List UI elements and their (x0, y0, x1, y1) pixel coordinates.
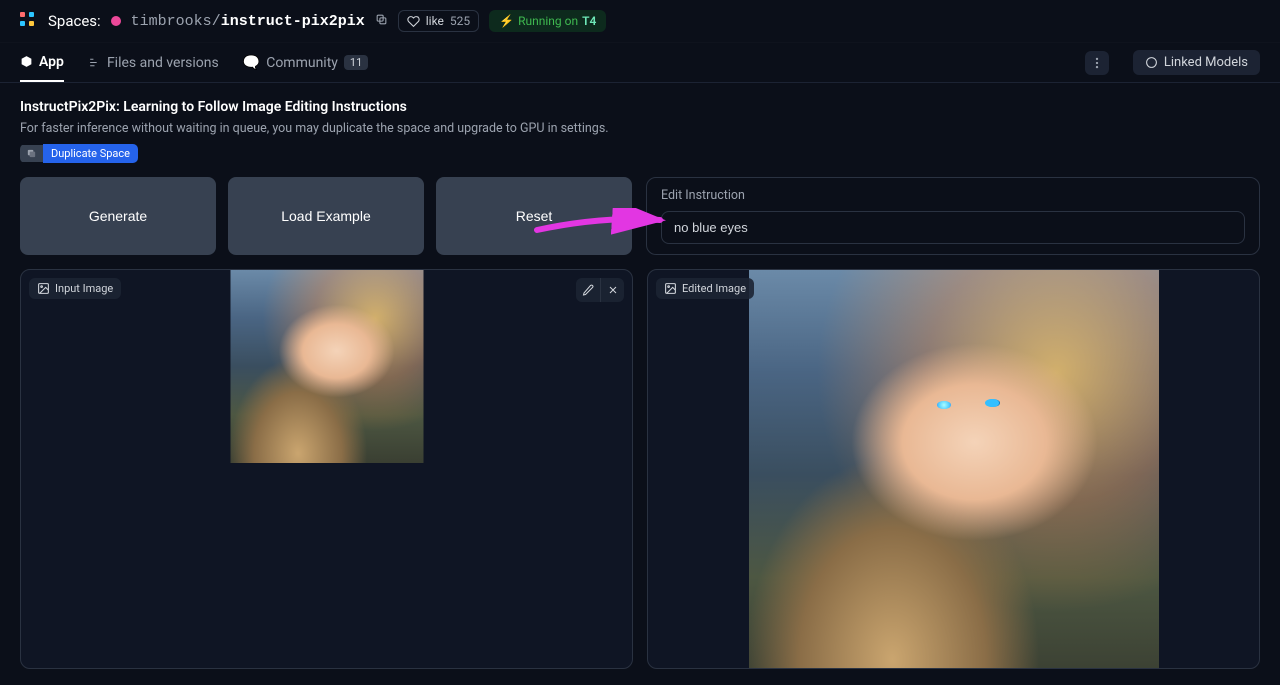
pencil-icon (582, 284, 594, 296)
running-text: Running on (518, 14, 578, 28)
close-icon (607, 284, 619, 296)
copy-icon[interactable] (375, 13, 388, 30)
like-count: 525 (450, 14, 470, 28)
input-image-tools (576, 278, 624, 302)
owner-link[interactable]: timbrooks (131, 13, 212, 30)
running-hw: T4 (582, 14, 596, 28)
image-icon (664, 282, 677, 295)
input-image-panel[interactable]: Input Image (20, 269, 633, 669)
duplicate-icon (20, 145, 43, 162)
like-button[interactable]: like 525 (398, 10, 479, 32)
tab-files[interactable]: Files and versions (88, 43, 219, 82)
output-image-panel: Edited Image (647, 269, 1260, 669)
linked-models-button[interactable]: Linked Models (1133, 50, 1260, 75)
running-status: ⚡ Running on T4 (489, 10, 606, 32)
clear-image-button[interactable] (600, 278, 624, 302)
page-title: InstructPix2Pix: Learning to Follow Imag… (20, 99, 1260, 115)
load-example-button[interactable]: Load Example (228, 177, 424, 255)
breadcrumb[interactable]: timbrooks/instruct-pix2pix (131, 13, 365, 30)
tab-app[interactable]: App (20, 43, 64, 82)
content: InstructPix2Pix: Learning to Follow Imag… (0, 83, 1280, 685)
community-count-badge: 11 (344, 55, 368, 70)
dots-vertical-icon (1090, 56, 1104, 70)
space-name[interactable]: instruct-pix2pix (221, 13, 365, 30)
edit-instruction-input[interactable] (661, 211, 1245, 244)
space-avatar-icon (111, 16, 121, 26)
duplicate-space-button[interactable]: Duplicate Space (20, 144, 138, 163)
edit-image-button[interactable] (576, 278, 600, 302)
image-icon (37, 282, 50, 295)
more-menu-button[interactable] (1085, 51, 1109, 75)
reset-button[interactable]: Reset (436, 177, 632, 255)
tabs-bar: App Files and versions 🗨️ Community 11 L… (0, 43, 1280, 83)
chat-icon: 🗨️ (243, 55, 260, 71)
like-label: like (426, 14, 444, 28)
bolt-icon: ⚡ (499, 14, 514, 28)
generate-button[interactable]: Generate (20, 177, 216, 255)
input-image (230, 270, 423, 463)
top-bar: Spaces: timbrooks/instruct-pix2pix like … (0, 0, 1280, 43)
tab-community[interactable]: 🗨️ Community 11 (243, 43, 369, 82)
link-icon (1145, 56, 1158, 69)
output-image-label: Edited Image (656, 278, 754, 299)
heart-icon (407, 15, 420, 28)
page-subtitle: For faster inference without waiting in … (20, 121, 1260, 136)
output-image (749, 270, 1159, 669)
input-image-label: Input Image (29, 278, 121, 299)
edit-instruction-label: Edit Instruction (661, 188, 1245, 203)
cube-icon (20, 55, 33, 68)
spaces-label: Spaces: (48, 12, 101, 30)
edit-instruction-panel: Edit Instruction (646, 177, 1260, 255)
hf-logo-icon (20, 12, 38, 30)
files-icon (88, 56, 101, 69)
